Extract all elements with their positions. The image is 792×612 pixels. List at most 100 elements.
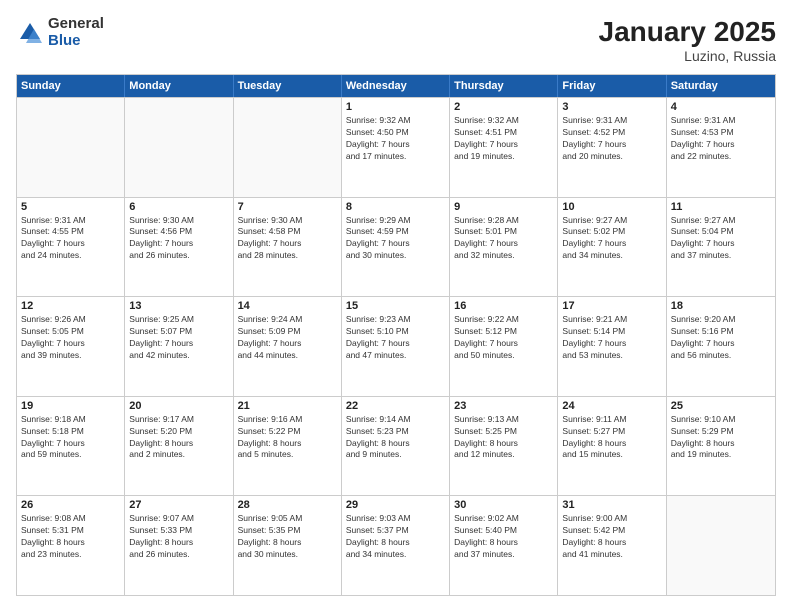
- logo-text: General Blue: [48, 16, 104, 49]
- day-number: 18: [671, 300, 771, 312]
- day-cell-21: 21 Sunrise: 9:16 AM Sunset: 5:22 PM Dayli…: [234, 397, 342, 496]
- day-number: 12: [21, 300, 120, 312]
- day-info: Sunrise: 9:30 AM Sunset: 4:58 PM Dayligh…: [238, 215, 337, 263]
- day-info: Sunrise: 9:28 AM Sunset: 5:01 PM Dayligh…: [454, 215, 553, 263]
- day-number: 10: [562, 201, 661, 213]
- day-cell-14: 14 Sunrise: 9:24 AM Sunset: 5:09 PM Dayli…: [234, 297, 342, 396]
- day-info: Sunrise: 9:08 AM Sunset: 5:31 PM Dayligh…: [21, 513, 120, 561]
- day-cell-15: 15 Sunrise: 9:23 AM Sunset: 5:10 PM Dayli…: [342, 297, 450, 396]
- weekday-header-sunday: Sunday: [17, 75, 125, 97]
- day-number: 16: [454, 300, 553, 312]
- day-cell-empty: [125, 98, 233, 197]
- day-cell-16: 16Sunrise: 9:22 AM Sunset: 5:12 PM Dayli…: [450, 297, 558, 396]
- day-info: Sunrise: 9:27 AM Sunset: 5:04 PM Dayligh…: [671, 215, 771, 263]
- day-number: 4: [671, 101, 771, 113]
- day-cell-20: 20 Sunrise: 9:17 AM Sunset: 5:20 PM Dayli…: [125, 397, 233, 496]
- day-number: 8: [346, 201, 445, 213]
- calendar: SundayMondayTuesdayWednesdayThursdayFrid…: [16, 74, 776, 596]
- logo-blue-text: Blue: [48, 33, 104, 50]
- day-cell-28: 28 Sunrise: 9:05 AM Sunset: 5:35 PM Dayli…: [234, 496, 342, 595]
- day-info: Sunrise: 9:26 AM Sunset: 5:05 PM Dayligh…: [21, 314, 120, 362]
- day-number: 21: [238, 400, 337, 412]
- day-info: Sunrise: 9:07 AM Sunset: 5:33 PM Dayligh…: [129, 513, 228, 561]
- day-info: Sunrise: 9:30 AM Sunset: 4:56 PM Dayligh…: [129, 215, 228, 263]
- calendar-subtitle: Luzino, Russia: [599, 48, 776, 64]
- day-cell-6: 6 Sunrise: 9:30 AM Sunset: 4:56 PM Daylig…: [125, 198, 233, 297]
- day-info: Sunrise: 9:32 AM Sunset: 4:50 PM Dayligh…: [346, 115, 445, 163]
- day-info: Sunrise: 9:16 AM Sunset: 5:22 PM Dayligh…: [238, 414, 337, 462]
- day-cell-1: 1Sunrise: 9:32 AM Sunset: 4:50 PM Daylig…: [342, 98, 450, 197]
- day-number: 6: [129, 201, 228, 213]
- day-cell-3: 3Sunrise: 9:31 AM Sunset: 4:52 PM Daylig…: [558, 98, 666, 197]
- day-number: 15: [346, 300, 445, 312]
- day-info: Sunrise: 9:05 AM Sunset: 5:35 PM Dayligh…: [238, 513, 337, 561]
- weekday-header-saturday: Saturday: [667, 75, 775, 97]
- day-number: 30: [454, 499, 553, 511]
- day-cell-26: 26 Sunrise: 9:08 AM Sunset: 5:31 PM Dayli…: [17, 496, 125, 595]
- day-cell-30: 30 Sunrise: 9:02 AM Sunset: 5:40 PM Dayli…: [450, 496, 558, 595]
- day-cell-23: 23Sunrise: 9:13 AM Sunset: 5:25 PM Dayli…: [450, 397, 558, 496]
- day-cell-empty: [667, 496, 775, 595]
- day-cell-8: 8 Sunrise: 9:29 AM Sunset: 4:59 PM Daylig…: [342, 198, 450, 297]
- day-cell-9: 9 Sunrise: 9:28 AM Sunset: 5:01 PM Daylig…: [450, 198, 558, 297]
- day-info: Sunrise: 9:31 AM Sunset: 4:55 PM Dayligh…: [21, 215, 120, 263]
- day-info: Sunrise: 9:21 AM Sunset: 5:14 PM Dayligh…: [562, 314, 661, 362]
- day-number: 17: [562, 300, 661, 312]
- weekday-header-friday: Friday: [558, 75, 666, 97]
- day-number: 14: [238, 300, 337, 312]
- day-number: 20: [129, 400, 228, 412]
- day-cell-17: 17 Sunrise: 9:21 AM Sunset: 5:14 PM Dayli…: [558, 297, 666, 396]
- calendar-row-5: 26 Sunrise: 9:08 AM Sunset: 5:31 PM Dayli…: [17, 495, 775, 595]
- day-number: 22: [346, 400, 445, 412]
- day-info: Sunrise: 9:25 AM Sunset: 5:07 PM Dayligh…: [129, 314, 228, 362]
- day-number: 7: [238, 201, 337, 213]
- day-cell-empty: [234, 98, 342, 197]
- day-number: 11: [671, 201, 771, 213]
- day-cell-31: 31Sunrise: 9:00 AM Sunset: 5:42 PM Dayli…: [558, 496, 666, 595]
- day-info: Sunrise: 9:17 AM Sunset: 5:20 PM Dayligh…: [129, 414, 228, 462]
- day-info: Sunrise: 9:31 AM Sunset: 4:52 PM Dayligh…: [562, 115, 661, 163]
- day-info: Sunrise: 9:02 AM Sunset: 5:40 PM Dayligh…: [454, 513, 553, 561]
- day-info: Sunrise: 9:32 AM Sunset: 4:51 PM Dayligh…: [454, 115, 553, 163]
- day-cell-5: 5Sunrise: 9:31 AM Sunset: 4:55 PM Daylig…: [17, 198, 125, 297]
- day-number: 31: [562, 499, 661, 511]
- day-info: Sunrise: 9:23 AM Sunset: 5:10 PM Dayligh…: [346, 314, 445, 362]
- day-cell-11: 11 Sunrise: 9:27 AM Sunset: 5:04 PM Dayli…: [667, 198, 775, 297]
- day-cell-18: 18Sunrise: 9:20 AM Sunset: 5:16 PM Dayli…: [667, 297, 775, 396]
- day-number: 9: [454, 201, 553, 213]
- day-info: Sunrise: 9:03 AM Sunset: 5:37 PM Dayligh…: [346, 513, 445, 561]
- day-number: 29: [346, 499, 445, 511]
- day-number: 27: [129, 499, 228, 511]
- weekday-header-tuesday: Tuesday: [234, 75, 342, 97]
- day-cell-29: 29 Sunrise: 9:03 AM Sunset: 5:37 PM Dayli…: [342, 496, 450, 595]
- day-cell-4: 4 Sunrise: 9:31 AM Sunset: 4:53 PM Daylig…: [667, 98, 775, 197]
- weekday-header-monday: Monday: [125, 75, 233, 97]
- day-number: 26: [21, 499, 120, 511]
- day-info: Sunrise: 9:31 AM Sunset: 4:53 PM Dayligh…: [671, 115, 771, 163]
- day-number: 28: [238, 499, 337, 511]
- day-info: Sunrise: 9:18 AM Sunset: 5:18 PM Dayligh…: [21, 414, 120, 462]
- day-cell-empty: [17, 98, 125, 197]
- day-number: 2: [454, 101, 553, 113]
- logo: General Blue: [16, 16, 104, 49]
- calendar-row-2: 5Sunrise: 9:31 AM Sunset: 4:55 PM Daylig…: [17, 197, 775, 297]
- day-info: Sunrise: 9:10 AM Sunset: 5:29 PM Dayligh…: [671, 414, 771, 462]
- calendar-row-1: 1Sunrise: 9:32 AM Sunset: 4:50 PM Daylig…: [17, 97, 775, 197]
- day-cell-27: 27 Sunrise: 9:07 AM Sunset: 5:33 PM Dayli…: [125, 496, 233, 595]
- logo-general-text: General: [48, 16, 104, 33]
- day-cell-25: 25Sunrise: 9:10 AM Sunset: 5:29 PM Dayli…: [667, 397, 775, 496]
- day-cell-12: 12 Sunrise: 9:26 AM Sunset: 5:05 PM Dayli…: [17, 297, 125, 396]
- day-cell-22: 22Sunrise: 9:14 AM Sunset: 5:23 PM Dayli…: [342, 397, 450, 496]
- logo-icon: [16, 19, 44, 47]
- weekday-header-thursday: Thursday: [450, 75, 558, 97]
- day-info: Sunrise: 9:11 AM Sunset: 5:27 PM Dayligh…: [562, 414, 661, 462]
- day-cell-19: 19Sunrise: 9:18 AM Sunset: 5:18 PM Dayli…: [17, 397, 125, 496]
- day-info: Sunrise: 9:24 AM Sunset: 5:09 PM Dayligh…: [238, 314, 337, 362]
- day-info: Sunrise: 9:29 AM Sunset: 4:59 PM Dayligh…: [346, 215, 445, 263]
- title-block: January 2025 Luzino, Russia: [599, 16, 776, 64]
- day-number: 13: [129, 300, 228, 312]
- day-cell-10: 10Sunrise: 9:27 AM Sunset: 5:02 PM Dayli…: [558, 198, 666, 297]
- calendar-header: SundayMondayTuesdayWednesdayThursdayFrid…: [17, 75, 775, 97]
- day-cell-13: 13 Sunrise: 9:25 AM Sunset: 5:07 PM Dayli…: [125, 297, 233, 396]
- day-cell-2: 2 Sunrise: 9:32 AM Sunset: 4:51 PM Daylig…: [450, 98, 558, 197]
